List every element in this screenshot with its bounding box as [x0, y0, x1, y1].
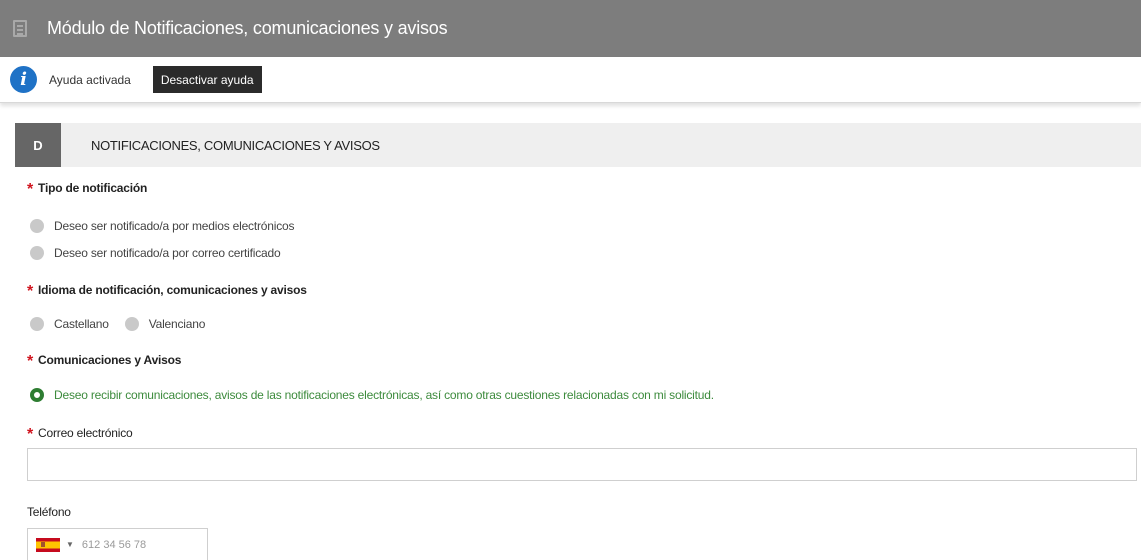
radio-label: Deseo recibir comunicaciones, avisos de … — [54, 388, 714, 402]
radio-button[interactable] — [30, 317, 44, 331]
language-label: * Idioma de notificación, comunicaciones… — [27, 283, 307, 300]
radio-button-selected[interactable] — [30, 388, 44, 402]
required-asterisk: * — [27, 353, 34, 370]
email-field[interactable] — [27, 448, 1137, 481]
radio-certified-mail[interactable]: Deseo ser notificado/a por correo certif… — [30, 246, 281, 260]
phone-input[interactable] — [81, 538, 202, 551]
radio-button[interactable] — [30, 219, 44, 233]
help-status: Ayuda activada — [49, 72, 131, 87]
section-letter: D — [15, 123, 61, 167]
phone-label: Teléfono — [27, 505, 71, 519]
info-icon: i — [10, 66, 37, 93]
radio-castellano[interactable]: Castellano — [30, 317, 109, 331]
radio-communications[interactable]: Deseo recibir comunicaciones, avisos de … — [30, 388, 714, 402]
radio-label: Deseo ser notificado/a por correo certif… — [54, 246, 281, 260]
required-asterisk: * — [27, 283, 34, 300]
module-title: Módulo de Notificaciones, comunicaciones… — [47, 18, 448, 38]
help-bar: i Ayuda activada Desactivar ayuda — [0, 57, 1141, 103]
radio-electronic[interactable]: Deseo ser notificado/a por medios electr… — [30, 219, 294, 233]
document-icon — [13, 20, 27, 37]
required-asterisk: * — [27, 426, 34, 443]
language-options: Castellano Valenciano — [30, 317, 221, 331]
chevron-down-icon[interactable]: ▼ — [66, 540, 74, 549]
email-label: * Correo electrónico — [27, 426, 133, 443]
notification-type-label: * Tipo de notificación — [27, 181, 148, 198]
radio-label: Deseo ser notificado/a por medios electr… — [54, 219, 295, 233]
module-header: Módulo de Notificaciones, comunicaciones… — [0, 0, 1141, 57]
radio-valenciano[interactable]: Valenciano — [124, 317, 206, 331]
radio-label: Castellano — [54, 317, 109, 331]
radio-button[interactable] — [124, 317, 139, 331]
phone-field-wrapper: ▼ — [27, 528, 208, 560]
spain-flag-icon[interactable] — [36, 537, 60, 552]
deactivate-help-button[interactable]: Desactivar ayuda — [152, 66, 262, 93]
radio-button[interactable] — [30, 246, 44, 260]
section-header: D NOTIFICACIONES, COMUNICACIONES Y AVISO… — [15, 123, 1141, 167]
required-asterisk: * — [27, 181, 34, 198]
section-title: NOTIFICACIONES, COMUNICACIONES Y AVISOS — [91, 137, 380, 153]
radio-label: Valenciano — [148, 317, 206, 331]
communications-label: * Comunicaciones y Avisos — [27, 353, 182, 370]
